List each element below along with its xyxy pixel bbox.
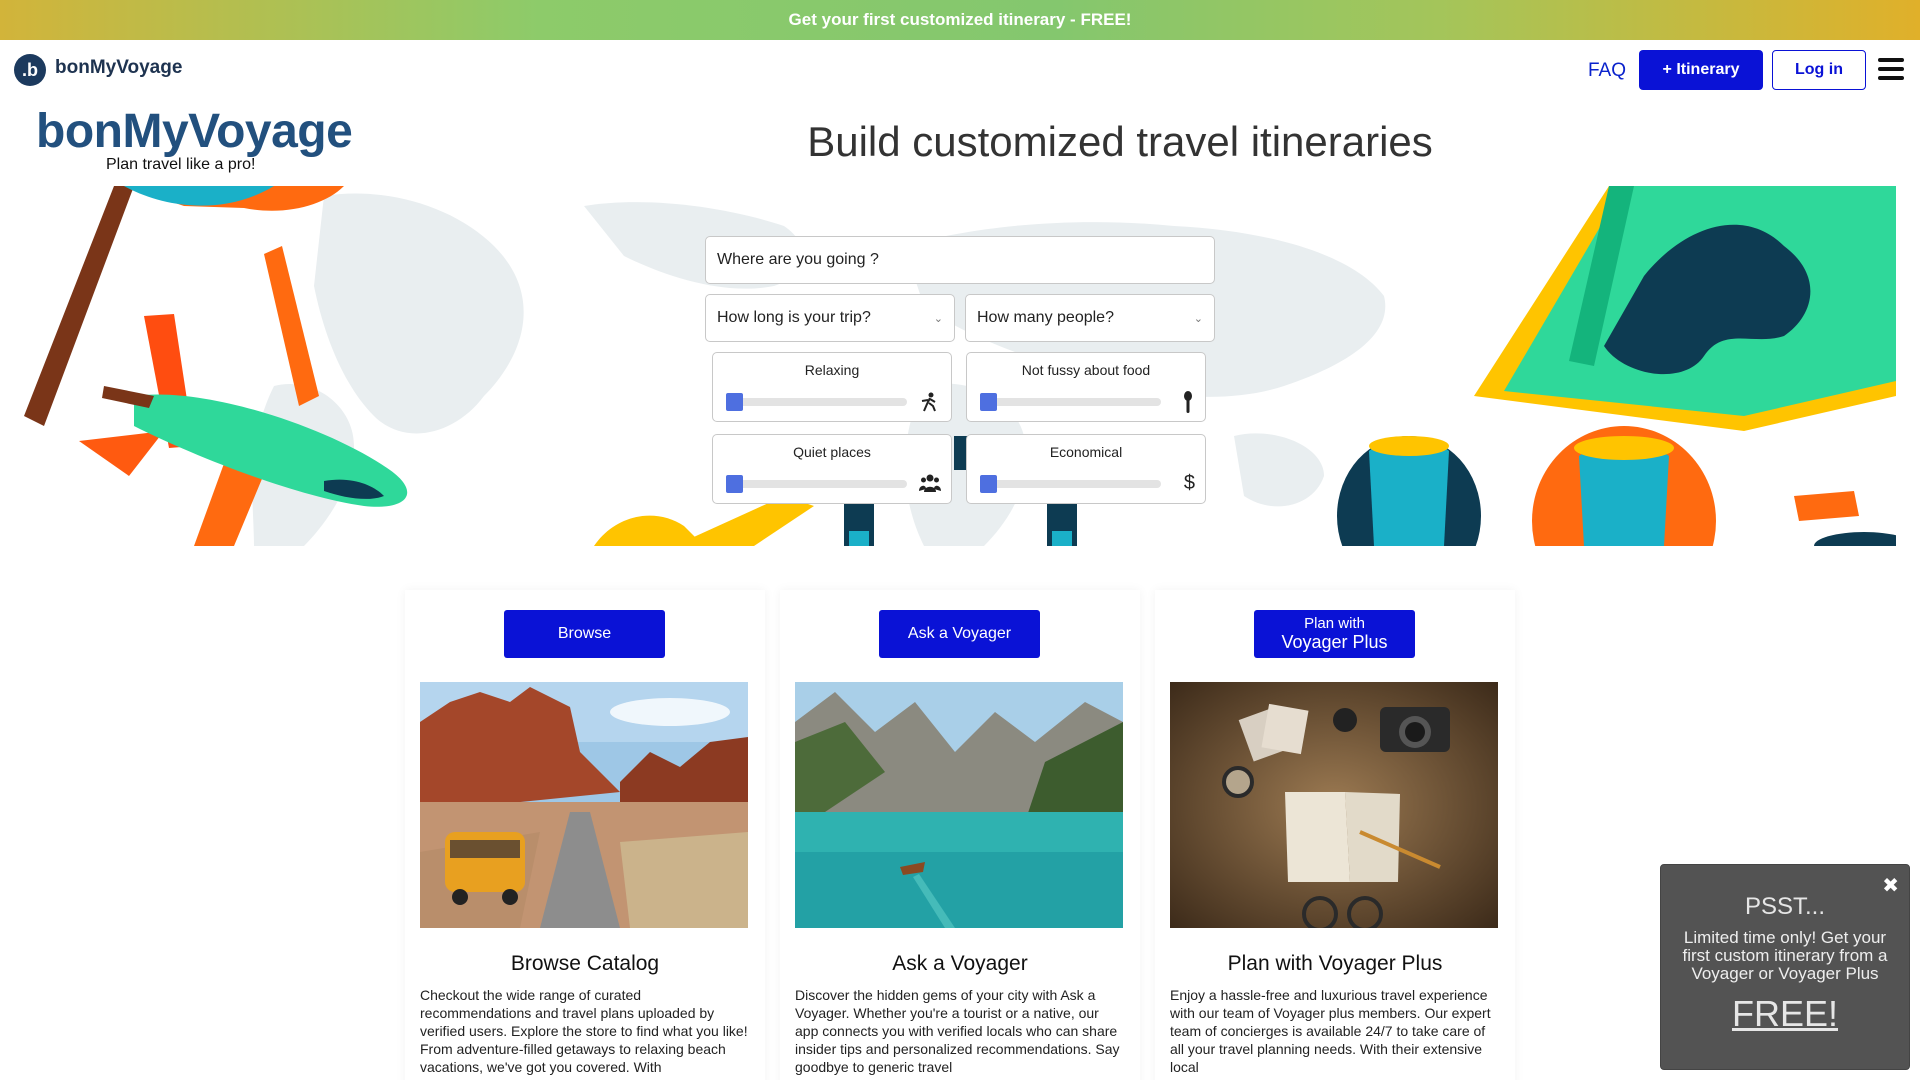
- brand-name[interactable]: bonMyVoyage: [55, 57, 182, 79]
- hero-title: Build customized travel itineraries: [807, 118, 1433, 165]
- chevron-down-icon: ⌄: [933, 312, 943, 325]
- destination-input[interactable]: [705, 236, 1215, 284]
- hot-air-balloon-icon: [1337, 426, 1896, 546]
- hamburger-icon[interactable]: [1878, 58, 1904, 82]
- people-count-select[interactable]: How many people? ⌄: [965, 294, 1215, 342]
- voyager-plus-button-line2: Voyager Plus: [1281, 632, 1388, 652]
- browse-button[interactable]: Browse: [504, 610, 665, 658]
- browse-card-title: Browse Catalog: [510, 952, 660, 975]
- food-slider-handle[interactable]: [980, 393, 997, 411]
- login-button[interactable]: Log in: [1772, 50, 1866, 90]
- map-camera-notebook-image[interactable]: [1170, 682, 1498, 928]
- free-itinerary-popup: ✖ PSST... Limited time only! Get your fi…: [1660, 864, 1910, 1070]
- popup-body: Limited time only! Get your first custom…: [1682, 928, 1888, 983]
- voyager-plus-card-title: Plan with Voyager Plus: [1227, 952, 1443, 975]
- chevron-down-icon: ⌄: [1193, 312, 1203, 325]
- economical-slider-track[interactable]: [981, 480, 1161, 488]
- trip-duration-select[interactable]: How long is your trip? ⌄: [705, 294, 955, 342]
- ask-voyager-card-description: Discover the hidden gems of your city wi…: [795, 987, 1120, 1075]
- mountain-lake-boat-image[interactable]: [795, 682, 1123, 928]
- group-icon: [919, 473, 941, 497]
- popup-title: PSST...: [1744, 893, 1826, 920]
- economical-slider-handle[interactable]: [980, 475, 997, 493]
- browse-card: Browse Browse Catalog Checkout the wide …: [405, 590, 765, 1080]
- itinerary-search-panel: How long is your trip? ⌄ How many people…: [705, 236, 1215, 504]
- desert-road-van-image[interactable]: [420, 682, 748, 928]
- brand-logo-icon[interactable]: .b: [14, 54, 46, 86]
- slider-label: Quiet places: [793, 444, 871, 460]
- quiet-slider-handle[interactable]: [726, 475, 743, 493]
- slider-label: Not fussy about food: [1021, 362, 1151, 378]
- add-itinerary-button[interactable]: + Itinerary: [1639, 50, 1763, 90]
- quiet-slider-card: Quiet places: [712, 434, 952, 504]
- ask-voyager-card: Ask a Voyager Ask a Voyager Discover the…: [780, 590, 1140, 1080]
- relaxing-slider-handle[interactable]: [726, 393, 743, 411]
- top-navbar: .b bonMyVoyage FAQ + Itinerary Log in: [0, 40, 1920, 98]
- slider-label: Economical: [1049, 444, 1123, 460]
- quiet-slider-track[interactable]: [727, 480, 907, 488]
- voyager-plus-card: Plan with Voyager Plus Plan with Voyager…: [1155, 590, 1515, 1080]
- faq-link[interactable]: FAQ: [1588, 60, 1626, 82]
- hero-logo-title: bonMyVoyage: [36, 105, 353, 158]
- people-count-value: How many people?: [977, 309, 1114, 326]
- economical-slider-card: Economical $: [966, 434, 1206, 504]
- popup-free-link[interactable]: FREE!: [1661, 993, 1909, 1035]
- food-slider-track[interactable]: [981, 398, 1161, 406]
- relaxing-slider-track[interactable]: [727, 398, 907, 406]
- close-icon[interactable]: ✖: [1882, 873, 1899, 898]
- ask-voyager-button[interactable]: Ask a Voyager: [879, 610, 1040, 658]
- dollar-icon: $: [1183, 472, 1195, 494]
- voyager-plus-button-line1: Plan with: [1304, 615, 1365, 632]
- voyager-plus-card-description: Enjoy a hassle-free and luxurious travel…: [1170, 987, 1491, 1075]
- slider-label: Relaxing: [804, 362, 860, 378]
- trip-duration-value: How long is your trip?: [717, 309, 871, 326]
- promo-banner[interactable]: Get your first customized itinerary - FR…: [0, 0, 1920, 40]
- relaxing-slider-card: Relaxing: [712, 352, 952, 422]
- food-slider-card: Not fussy about food: [966, 352, 1206, 422]
- hero-logo-tagline: Plan travel like a pro!: [106, 156, 256, 173]
- promo-text[interactable]: Get your first customized itinerary - FR…: [789, 10, 1132, 30]
- ask-voyager-card-title: Ask a Voyager: [892, 952, 1028, 975]
- hiker-icon: [919, 391, 941, 417]
- folded-map-icon: [1474, 186, 1896, 431]
- fork-icon: [1181, 391, 1195, 417]
- browse-card-description: Checkout the wide range of curated recom…: [420, 987, 748, 1075]
- hero-logo: bonMyVoyage Plan travel like a pro!: [36, 105, 353, 174]
- voyager-plus-button[interactable]: Plan with Voyager Plus: [1254, 610, 1415, 658]
